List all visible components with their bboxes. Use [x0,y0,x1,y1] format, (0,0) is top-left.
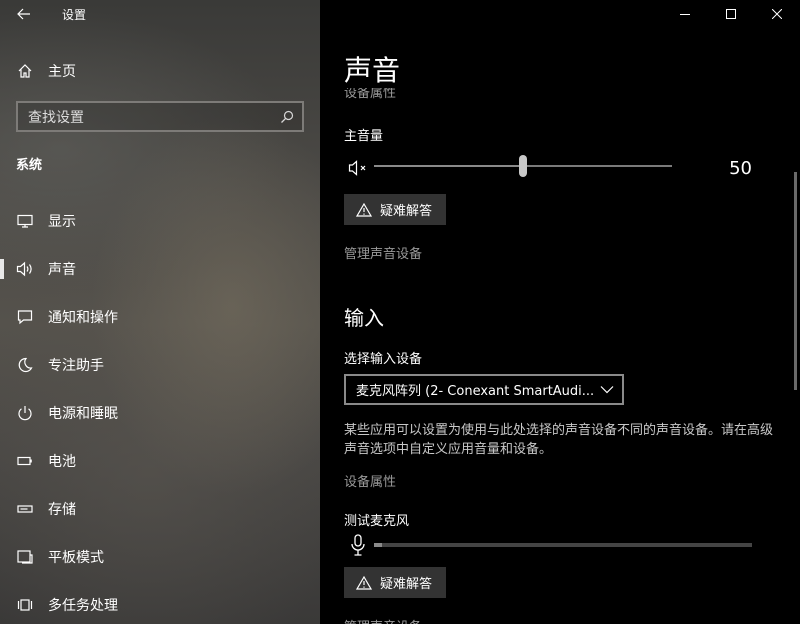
warning-icon [356,202,372,217]
multitask-icon [15,595,35,615]
master-volume-thumb[interactable] [519,155,527,177]
manage-sound-devices-link[interactable]: 管理声音设备 [344,243,422,262]
back-arrow-icon [17,8,30,20]
microphone-level-row [344,532,764,558]
output-device-properties-link[interactable]: 设备属性 [344,88,444,100]
sidebar-item-focus-assist[interactable]: 专注助手 [0,345,320,385]
sidebar-item-label: 通知和操作 [48,310,118,326]
warning-icon [356,575,372,590]
notification-icon [15,307,35,327]
sidebar-item-label: 存储 [48,502,76,518]
minimize-icon [680,14,690,15]
input-description: 某些应用可以设置为使用与此处选择的声音设备不同的声音设备。请在高级声音选项中自定… [344,423,774,457]
moon-icon [15,355,35,375]
sidebar-item-label: 平板模式 [48,550,104,566]
master-volume-fill [374,165,523,167]
sidebar-item-storage[interactable]: 存储 [0,489,320,529]
display-icon [15,211,35,231]
master-volume-label: 主音量 [344,129,384,144]
sidebar-item-label: 多任务处理 [48,598,118,614]
chevron-down-icon [600,386,614,394]
microphone-level-meter [374,543,752,547]
sidebar-item-label: 专注助手 [48,358,104,374]
back-button[interactable] [0,0,48,28]
home-link[interactable]: 主页 [0,56,320,86]
close-button[interactable] [754,0,800,28]
storage-icon [15,499,35,519]
input-manage-devices-label[interactable]: 管理声音设备 [344,616,422,624]
sidebar-item-label: 显示 [48,214,76,230]
close-icon [772,9,782,19]
troubleshoot-label: 疑难解答 [380,204,433,219]
scrollbar-thumb[interactable] [794,172,797,390]
minimize-button[interactable] [662,0,708,28]
sidebar-item-power-sleep[interactable]: 电源和睡眠 [0,393,320,433]
input-manage-devices-link[interactable]: 管理声音设备 [344,616,444,624]
sidebar-item-sound[interactable]: 声音 [0,249,320,289]
search-placeholder[interactable]: 查找设置 [28,107,272,127]
sidebar-item-tablet-mode[interactable]: 平板模式 [0,537,320,577]
output-device-properties-label[interactable]: 设备属性 [344,88,396,100]
home-label: 主页 [48,64,76,80]
microphone-icon [351,534,365,556]
maximize-button[interactable] [708,0,754,28]
speaker-muted-icon[interactable] [348,158,370,178]
output-troubleshoot-button[interactable]: 疑难解答 [344,194,447,225]
settings-search-box[interactable]: 查找设置 [16,101,304,132]
page-title: 声音 [344,54,401,87]
input-troubleshoot-button[interactable]: 疑难解答 [344,567,447,598]
input-heading: 输入 [344,306,384,330]
speaker-icon [15,259,35,279]
maximize-icon [726,9,736,19]
sidebar-item-multitasking[interactable]: 多任务处理 [0,585,320,624]
troubleshoot-label: 疑难解答 [380,577,433,592]
input-device-select[interactable]: 麦克风阵列 (2- Conexant SmartAudi... [344,374,624,405]
power-icon [15,403,35,423]
sidebar-item-label: 电池 [48,454,76,470]
sidebar-item-display[interactable]: 显示 [0,201,320,241]
test-microphone-label: 测试麦克风 [344,514,410,529]
master-volume-slider[interactable] [374,155,672,177]
master-volume-value: 50 [729,158,752,179]
navigation-pane: 设置 主页 查找设置 系统 显示 声音 通知和操作 专注助手 电源和睡眠 电池 … [0,0,320,624]
search-icon[interactable] [272,103,302,130]
battery-icon [15,451,35,471]
input-device-value: 麦克风阵列 (2- Conexant SmartAudi... [356,384,594,399]
microphone-level-fill [374,543,382,547]
choose-input-device-label: 选择输入设备 [344,352,423,367]
sidebar-item-label: 声音 [48,262,76,278]
sidebar-item-notifications[interactable]: 通知和操作 [0,297,320,337]
sidebar-item-battery[interactable]: 电池 [0,441,320,481]
app-title: 设置 [62,8,87,22]
tablet-icon [15,547,35,567]
sidebar-item-label: 电源和睡眠 [48,406,118,422]
input-device-properties-link[interactable]: 设备属性 [344,471,396,490]
home-icon [15,61,35,81]
section-title: 系统 [16,158,43,173]
content-pane: 声音 设备属性 主音量 50 疑难解答 管理声音设备 输入 选择输入设备 麦克风… [320,0,800,624]
master-volume-row: 50 [344,155,784,180]
